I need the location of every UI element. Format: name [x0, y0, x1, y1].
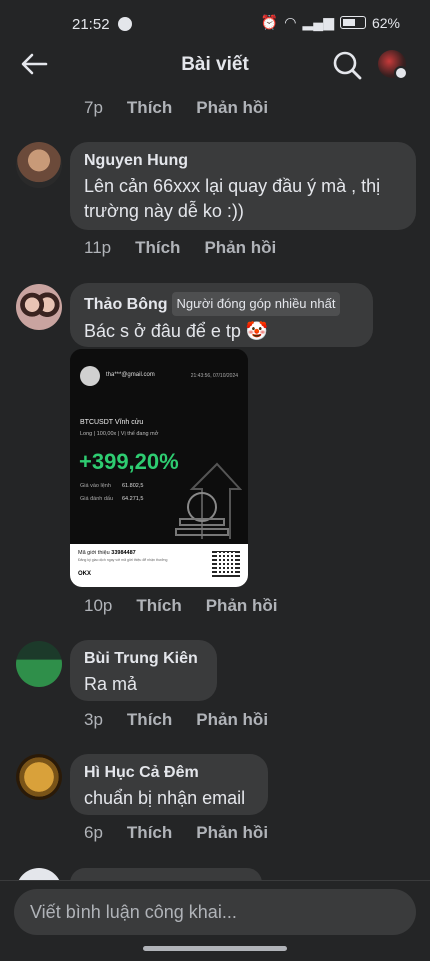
status-time: 21:52 — [72, 16, 110, 33]
reply-button[interactable]: Phản hồi — [204, 238, 276, 258]
ref-code: 33984487 — [111, 550, 136, 556]
comment-text-line2: trường này dễ ko :)) — [84, 201, 244, 221]
like-button[interactable]: Thích — [135, 238, 180, 258]
comment-actions: 3p Thích Phản hồi — [84, 710, 292, 730]
reply-button[interactable]: Phản hồi — [196, 710, 268, 730]
chevron-down-icon[interactable] — [394, 66, 408, 80]
page-title: Bài viết — [181, 54, 249, 75]
avatar[interactable] — [16, 641, 62, 687]
comment-actions: 11p Thích Phản hồi — [84, 238, 300, 258]
comment-time: 10p — [84, 596, 113, 615]
image-date: 21:43:56, 07/10/2024 — [190, 373, 238, 379]
signal-icon: ▂▄▆ — [302, 14, 334, 30]
reply-button[interactable]: Phản hồi — [206, 596, 278, 616]
comment-actions: 7p Thích Phản hồi — [84, 98, 292, 118]
entry-label: Giá vào lệnh — [80, 483, 111, 489]
alarm-icon: ⏰ — [260, 14, 279, 30]
home-indicator[interactable] — [143, 946, 287, 951]
comment-time: 11p — [84, 238, 112, 257]
like-button[interactable]: Thích — [127, 710, 172, 730]
comment-bubble: Nguyen Hung Lên cản 66xxx lại quay đầu ý… — [70, 142, 416, 230]
comment-text: Ra mả — [84, 674, 138, 694]
avatar[interactable] — [16, 284, 62, 330]
ref-label: Mã giới thiệu — [78, 550, 110, 556]
mark-value: 64.271,5 — [122, 496, 144, 502]
comment-time: 7p — [84, 98, 103, 117]
comment-author[interactable]: Bùi Trung Kiên — [84, 649, 203, 669]
reply-button[interactable]: Phản hồi — [196, 98, 268, 118]
comment-actions: 6p Thích Phản hồi — [84, 823, 292, 843]
comment-bubble: Thảo Bông Người đóng góp nhiều nhất Bác s… — [70, 283, 373, 347]
comment-image[interactable]: tha***@gmail.com 21:43:56, 07/10/2024 BT… — [70, 349, 248, 587]
coin-arrow-icon — [175, 462, 242, 539]
comment-text: chuẩn bị nhận email — [84, 788, 246, 808]
image-top: tha***@gmail.com 21:43:56, 07/10/2024 BT… — [70, 349, 248, 544]
okx-logo: OKX — [78, 571, 92, 577]
mark-label: Giá đánh dấu — [80, 496, 114, 502]
like-button[interactable]: Thích — [127, 98, 172, 118]
avatar[interactable] — [16, 142, 62, 188]
header: Bài viết — [0, 40, 430, 90]
messenger-icon — [118, 17, 132, 31]
comment-author[interactable]: Thảo Bông Người đóng góp nhiều nhất — [84, 292, 359, 316]
entry-value: 61.802,5 — [122, 483, 144, 489]
like-button[interactable]: Thích — [136, 596, 181, 616]
author-name[interactable]: Thảo Bông — [84, 296, 168, 313]
avatar[interactable] — [16, 754, 62, 800]
comment-time: 6p — [84, 823, 103, 842]
battery-level: 62% — [371, 14, 400, 31]
image-pnl: +399,20% — [79, 449, 179, 474]
comment-text: Bác s ở đâu để e tp 🤡 — [84, 321, 269, 341]
comment-author[interactable]: Hì Hục Cả Đêm — [84, 763, 254, 783]
top-contributor-badge: Người đóng góp nhiều nhất — [171, 292, 341, 316]
like-button[interactable]: Thích — [127, 823, 172, 843]
referral: Mã giới thiệu 33984487 — [78, 550, 136, 556]
reply-button[interactable]: Phản hồi — [196, 823, 268, 843]
comment-bubble: Hì Hục Cả Đêm chuẩn bị nhận email — [70, 754, 268, 815]
image-footer: Mã giới thiệu 33984487 Đăng ký giao dịch… — [70, 544, 248, 587]
wifi-icon: ◠ — [284, 14, 297, 30]
image-details: Long | 100,00x | Vị thế đang mở — [80, 431, 159, 437]
status-icons: ⏰ ◠ ▂▄▆ 62% — [261, 14, 400, 31]
qr-code-icon — [212, 549, 240, 577]
battery-icon — [339, 16, 366, 29]
comment-text-line1: Lên cản 66xxx lại quay đầu ý mà , thị — [84, 176, 381, 196]
user-icon — [80, 366, 100, 386]
image-pair: BTCUSDT Vĩnh cửu — [80, 419, 144, 426]
fine-print: Đăng ký giao dịch ngay với mã giới thiệu… — [78, 558, 168, 562]
comment-actions: 10p Thích Phản hồi — [84, 596, 302, 616]
comment-author[interactable]: Nguyen Hung — [84, 151, 402, 171]
comment-time: 3p — [84, 710, 103, 729]
comment-input[interactable] — [14, 889, 416, 935]
search-icon[interactable] — [332, 50, 362, 80]
comment-bubble: Bùi Trung Kiên Ra mả — [70, 640, 217, 701]
image-email: tha***@gmail.com — [106, 372, 155, 378]
